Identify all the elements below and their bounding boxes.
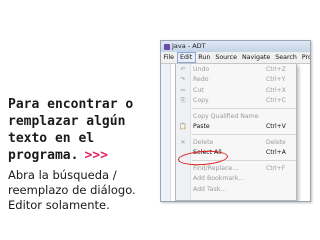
menu-search[interactable]: Search: [273, 52, 300, 63]
menu-item-delete[interactable]: ✕ Delete Delete: [176, 137, 296, 148]
menu-item-copy[interactable]: ⎘ Copy Ctrl+C: [176, 96, 296, 107]
menu-item-label: Add Bookmark...: [193, 175, 245, 183]
menu-item-label: Copy: [193, 97, 209, 105]
menu-item-label: Redo: [193, 76, 209, 84]
menu-item-shortcut: Ctrl+V: [266, 123, 286, 131]
window-title: Java - ADT: [172, 42, 206, 50]
delete-icon: ✕: [180, 138, 186, 146]
menu-item-label: Copy Qualified Name: [193, 112, 259, 120]
slide-description: Abra la búsqueda / reemplazo de diálogo.…: [8, 168, 153, 213]
copy-icon: ⎘: [180, 96, 186, 104]
editor-side-strip: [161, 64, 171, 201]
menu-item-shortcut: Ctrl+Z: [266, 65, 286, 73]
menu-item-copy-qualified-name[interactable]: Copy Qualified Name: [176, 111, 296, 122]
menu-item-shortcut: Ctrl+C: [266, 97, 286, 105]
slide-title-line: programa. >>>: [8, 147, 148, 164]
description-line: Editor solamente.: [8, 198, 110, 212]
menu-item-label: Add Task...: [193, 185, 227, 193]
menu-item-label: Cut: [193, 86, 204, 94]
menu-item-label: Delete: [193, 138, 214, 146]
menu-item-shortcut: Ctrl+F: [266, 164, 286, 172]
slide-title-line: remplazar algún: [8, 114, 126, 129]
edit-menu-dropdown: ↶ Undo Ctrl+Z ↷ Redo Ctrl+Y ✂ Cut Ctrl+X ⎘ Copy Ctr…: [175, 64, 297, 201]
slide-title-line: texto en el: [8, 131, 95, 146]
menu-item-paste[interactable]: 📋 Paste Ctrl+V: [176, 122, 296, 133]
menu-item-label: Paste: [193, 123, 210, 131]
menu-item-label: Undo: [193, 65, 210, 73]
menu-bar: File Edit Run Source Navigate Search Pro: [161, 52, 310, 64]
menu-item-add-task[interactable]: Add Task...: [176, 184, 296, 195]
redo-icon: ↷: [180, 76, 186, 84]
menu-item-label: Find/Replace...: [193, 164, 239, 172]
menu-navigate[interactable]: Navigate: [239, 52, 272, 63]
menu-project[interactable]: Pro: [299, 52, 310, 63]
menu-run[interactable]: Run: [196, 52, 213, 63]
menu-separator: [192, 108, 296, 109]
menu-item-undo[interactable]: ↶ Undo Ctrl+Z: [176, 64, 296, 75]
menu-item-shortcut: Ctrl+Y: [266, 76, 286, 84]
java-app-icon: [164, 43, 170, 50]
undo-icon: ↶: [180, 65, 186, 73]
slide-title: Para encontrar o remplazar algún texto e…: [8, 96, 148, 164]
menu-item-add-bookmark[interactable]: Add Bookmark...: [176, 174, 296, 185]
menu-item-shortcut: Ctrl+X: [266, 86, 286, 94]
description-line: reemplazo de diálogo.: [8, 183, 136, 197]
menu-item-redo[interactable]: ↷ Redo Ctrl+Y: [176, 75, 296, 86]
paste-icon: 📋: [179, 123, 187, 131]
cut-icon: ✂: [180, 86, 186, 94]
menu-source[interactable]: Source: [213, 52, 240, 63]
menu-item-shortcut: Ctrl+A: [266, 149, 286, 157]
description-line: Abra la búsqueda /: [8, 168, 117, 182]
eclipse-screenshot: Java - ADT File Edit Run Source Navigate…: [160, 40, 311, 202]
menu-separator: [192, 134, 296, 135]
window-titlebar: Java - ADT: [161, 41, 310, 52]
menu-edit[interactable]: Edit: [176, 52, 196, 63]
menu-item-shortcut: Delete: [266, 138, 286, 146]
arrows-text: >>>: [84, 148, 108, 163]
slide-title-line-text: programa.: [8, 148, 79, 163]
menu-file[interactable]: File: [161, 52, 177, 63]
menu-item-cut[interactable]: ✂ Cut Ctrl+X: [176, 85, 296, 96]
slide-title-line: Para encontrar o: [8, 97, 134, 112]
